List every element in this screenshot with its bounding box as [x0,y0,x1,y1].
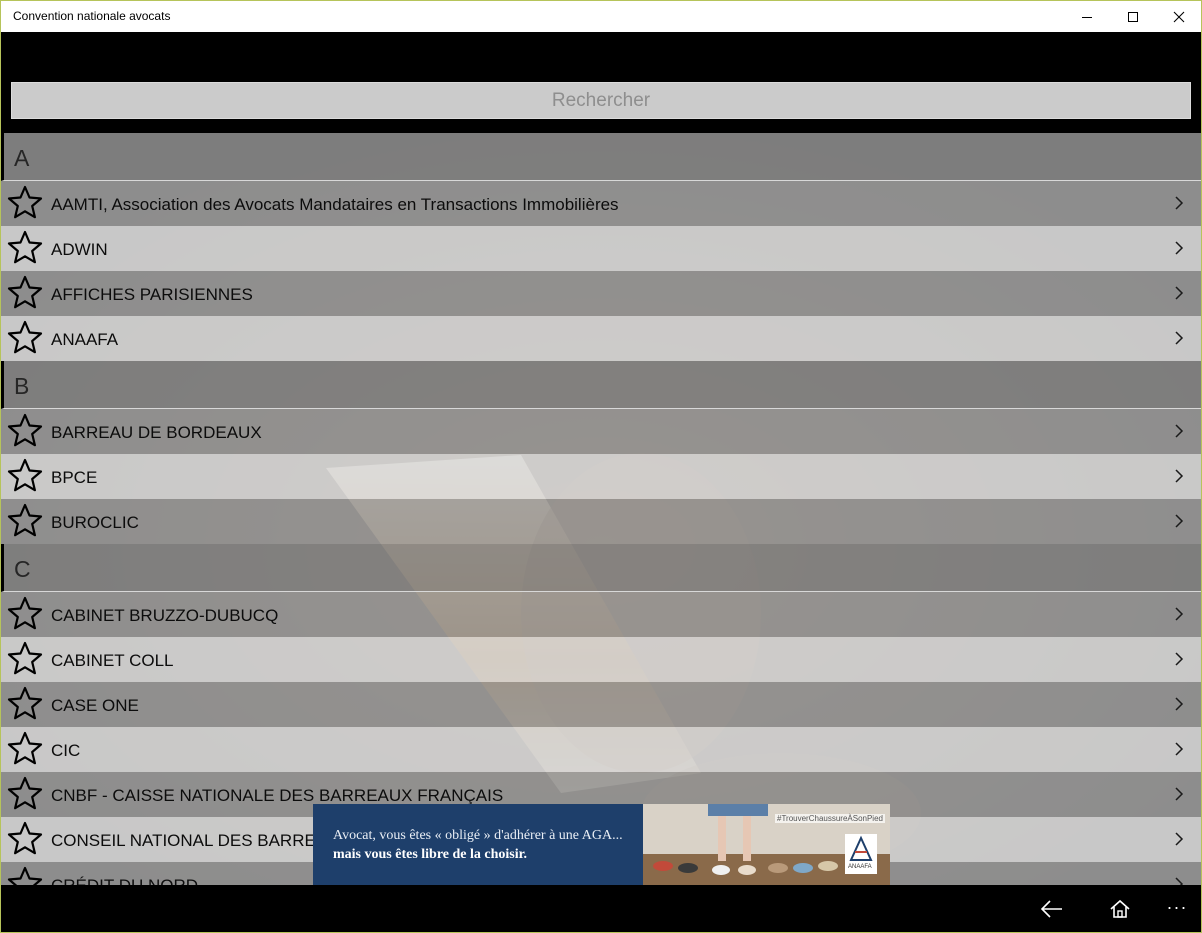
favorite-star-icon[interactable] [7,457,43,493]
chevron-right-icon [1175,652,1184,666]
list-item[interactable]: AAMTI, Association des Avocats Mandatair… [1,181,1201,226]
maximize-button[interactable] [1110,1,1156,32]
favorite-star-icon[interactable] [7,865,43,885]
close-button[interactable] [1156,1,1201,32]
content-area: A AAMTI, Association des Avocats Mandatai… [1,133,1201,885]
list-item[interactable]: CABINET COLL [1,637,1201,682]
favorite-star-icon[interactable] [7,319,43,355]
back-button[interactable] [1037,895,1067,923]
home-button[interactable] [1105,895,1135,923]
ad-line-1: Avocat, vous êtes « obligé » d'adhérer à… [333,828,623,843]
home-icon [1110,899,1130,918]
list-item-label: CRÉDIT DU NORD [51,876,198,885]
list-item-label: CNBF - CAISSE NATIONALE DES BARREAUX FRA… [51,786,504,805]
list-item-label: AFFICHES PARISIENNES [51,285,253,304]
chevron-right-icon [1175,787,1184,801]
group-letter: C [14,556,31,582]
group-letter: A [14,145,30,171]
list-item[interactable]: CIC [1,727,1201,772]
chevron-right-icon [1175,424,1184,438]
search-box[interactable] [11,82,1191,119]
more-options-button[interactable]: ··· [1162,893,1192,921]
list-item-label: CONSEIL NATIONAL DES BARREAUX [51,831,351,850]
list-item[interactable]: CABINET BRUZZO-DUBUCQ [1,592,1201,637]
app-window: Convention nationale avocats Rechercher … [0,0,1202,933]
list-item-label: CASE ONE [51,696,139,715]
ad-banner[interactable]: Avocat, vous êtes « obligé » d'adhérer à… [313,804,890,885]
chevron-right-icon [1175,196,1184,210]
list-item-label: CABINET BRUZZO-DUBUCQ [51,606,279,625]
ad-line-2: mais vous êtes libre de la choisir. [333,847,528,862]
favorite-star-icon[interactable] [7,595,43,631]
chevron-right-icon [1175,697,1184,711]
ad-logo-text: ANAAFA [848,864,872,870]
bottom-app-bar: ··· [1,885,1201,932]
chevron-right-icon [1175,469,1184,483]
title-bar: Convention nationale avocats [1,1,1201,32]
favorite-star-icon[interactable] [7,184,43,220]
list-item-label: BUROCLIC [51,513,139,532]
close-icon [1173,11,1185,22]
minimize-icon [1082,16,1092,18]
app-header [1,32,1201,133]
ad-hashtag: #TrouverChaussureÀSonPied [775,814,885,823]
favorite-star-icon[interactable] [7,775,43,811]
chevron-right-icon [1175,286,1184,300]
arrow-left-icon [1040,900,1062,918]
list-item-label: CABINET COLL [51,651,174,670]
sponsor-list: A AAMTI, Association des Avocats Mandatai… [1,133,1201,885]
favorite-star-icon[interactable] [7,730,43,766]
anaafa-logo-icon [849,835,873,861]
list-item-label: CIC [51,741,81,760]
search-input[interactable] [12,83,1190,118]
chevron-right-icon [1175,877,1184,885]
favorite-star-icon[interactable] [7,820,43,856]
favorite-star-icon[interactable] [7,685,43,721]
chevron-right-icon [1175,832,1184,846]
list-item[interactable]: BUROCLIC [1,499,1201,544]
list-item-label: BPCE [51,468,98,487]
list-item[interactable]: ANAAFA [1,316,1201,361]
group-header-c: C [1,544,1201,592]
group-header-a: A [1,133,1201,181]
favorite-star-icon[interactable] [7,412,43,448]
list-item[interactable]: BARREAU DE BORDEAUX [1,409,1201,454]
group-header-b: B [1,361,1201,409]
list-item[interactable]: ADWIN [1,226,1201,271]
chevron-right-icon [1175,331,1184,345]
minimize-button[interactable] [1064,1,1110,32]
list-item[interactable]: CASE ONE [1,682,1201,727]
list-item-label: BARREAU DE BORDEAUX [51,423,262,442]
window-title: Convention nationale avocats [13,9,171,23]
chevron-right-icon [1175,607,1184,621]
maximize-icon [1128,11,1138,22]
chevron-right-icon [1175,241,1184,255]
chevron-right-icon [1175,514,1184,528]
list-item[interactable]: BPCE [1,454,1201,499]
favorite-star-icon[interactable] [7,274,43,310]
favorite-star-icon[interactable] [7,640,43,676]
list-item-label: ADWIN [51,240,108,259]
list-item-label: AAMTI, Association des Avocats Mandatair… [51,195,619,214]
group-letter: B [14,373,30,399]
chevron-right-icon [1175,742,1184,756]
favorite-star-icon[interactable] [7,502,43,538]
list-item[interactable]: AFFICHES PARISIENNES [1,271,1201,316]
list-item-label: ANAAFA [51,330,119,349]
favorite-star-icon[interactable] [7,229,43,265]
